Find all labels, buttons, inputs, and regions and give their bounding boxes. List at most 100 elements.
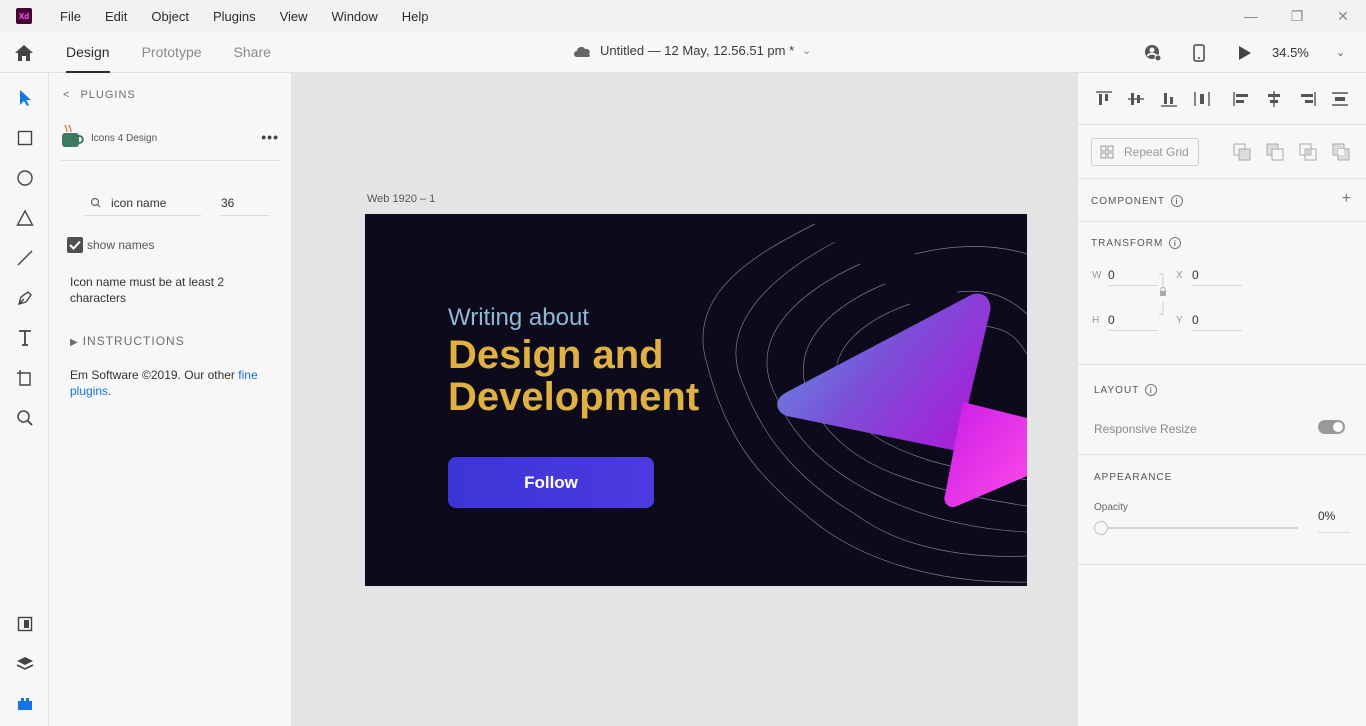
follow-button[interactable]: Follow xyxy=(448,457,654,508)
instructions-toggle[interactable]: ▶ INSTRUCTIONS xyxy=(70,334,185,348)
layout-title: LAYOUT i xyxy=(1094,384,1158,396)
opacity-label: Opacity xyxy=(1094,502,1128,513)
menu: File Edit Object Plugins View Window Hel… xyxy=(60,9,453,24)
artboard-label[interactable]: Web 1920 – 1 xyxy=(367,193,435,205)
x-label: X xyxy=(1176,269,1183,281)
menu-window[interactable]: Window xyxy=(332,9,378,24)
chevron-down-icon[interactable]: ⌄ xyxy=(802,44,811,57)
ellipse-icon[interactable] xyxy=(14,167,36,189)
info-icon[interactable]: i xyxy=(1169,237,1182,249)
show-names-checkbox[interactable]: show names xyxy=(67,237,154,253)
zoom-level[interactable]: 34.5% xyxy=(1272,45,1336,60)
line-icon[interactable] xyxy=(14,247,36,269)
instructions-label: INSTRUCTIONS xyxy=(82,334,185,348)
repeat-grid-row: Repeat Grid xyxy=(1078,125,1366,179)
menu-help[interactable]: Help xyxy=(402,9,429,24)
layout-section: LAYOUT i xyxy=(1078,365,1366,455)
y-input[interactable]: 0 xyxy=(1192,309,1242,331)
add-component-icon[interactable]: + xyxy=(1342,190,1351,208)
zoom-icon[interactable] xyxy=(14,407,36,429)
align-middle-icon[interactable] xyxy=(1126,90,1146,108)
copyright-note: Em Software ©2019. Our other fine plugin… xyxy=(70,367,270,399)
distribute-horizontal-icon[interactable] xyxy=(1192,90,1212,108)
width-input[interactable]: 0 xyxy=(1108,264,1158,286)
minimize-button[interactable]: — xyxy=(1228,0,1274,32)
select-icon[interactable] xyxy=(14,87,36,109)
tab-share[interactable]: Share xyxy=(234,32,271,73)
transform-section: TRANSFORM i xyxy=(1078,222,1366,365)
copyright-period: . xyxy=(108,384,112,398)
artboard-title[interactable]: Design and Development xyxy=(448,334,699,418)
window-controls: — ❐ ✕ xyxy=(1228,0,1366,32)
more-options-icon[interactable]: ••• xyxy=(261,129,279,145)
search-input[interactable] xyxy=(111,195,199,210)
chevron-left-icon[interactable]: < xyxy=(63,89,70,101)
align-center-icon[interactable] xyxy=(1264,90,1284,108)
x-input[interactable]: 0 xyxy=(1192,264,1242,286)
plugins-back[interactable]: < PLUGINS xyxy=(63,89,136,101)
component-section: COMPONENT i + xyxy=(1078,179,1366,222)
tab-design[interactable]: Design xyxy=(66,32,110,73)
responsive-resize-toggle[interactable] xyxy=(1318,420,1345,434)
repeat-grid-label: Repeat Grid xyxy=(1124,145,1189,159)
play-icon[interactable] xyxy=(1222,45,1268,61)
opacity-input[interactable]: 0% xyxy=(1318,509,1350,533)
checkbox-checked-icon[interactable] xyxy=(67,237,83,253)
layers-icon[interactable] xyxy=(14,653,36,675)
slider-track[interactable] xyxy=(1108,527,1298,529)
artboard-icon[interactable] xyxy=(14,367,36,389)
tab-prototype[interactable]: Prototype xyxy=(142,32,202,73)
size-input[interactable] xyxy=(221,195,261,210)
info-icon[interactable]: i xyxy=(1171,195,1183,207)
restore-button[interactable]: ❐ xyxy=(1274,0,1320,32)
appearance-label: APPEARANCE xyxy=(1094,472,1173,483)
share-user-icon[interactable] xyxy=(1130,44,1176,62)
show-names-label: show names xyxy=(87,238,155,252)
transform-label: TRANSFORM xyxy=(1091,237,1164,249)
menu-file[interactable]: File xyxy=(60,9,81,24)
repeat-grid-button[interactable]: Repeat Grid xyxy=(1091,138,1199,166)
add-boolean-icon[interactable] xyxy=(1232,142,1252,162)
opacity-slider[interactable] xyxy=(1094,521,1302,535)
assets-icon[interactable] xyxy=(14,613,36,635)
artboard[interactable]: Writing about Design and Development Fol… xyxy=(365,214,1027,586)
document-title[interactable]: Untitled — 12 May, 12.56.51 pm * ⌄ xyxy=(572,43,811,58)
slider-knob[interactable] xyxy=(1094,521,1108,535)
appearance-title: APPEARANCE xyxy=(1094,472,1172,483)
text-icon[interactable] xyxy=(14,327,36,349)
distribute-vertical-icon[interactable] xyxy=(1330,90,1350,108)
toolbar-right: 34.5% ⌄ xyxy=(1130,32,1366,73)
pen-icon[interactable] xyxy=(14,287,36,309)
toolbar: Design Prototype Share Untitled — 12 May… xyxy=(0,32,1366,73)
height-input[interactable]: 0 xyxy=(1108,309,1158,331)
align-left-icon[interactable] xyxy=(1232,90,1252,108)
menu-object[interactable]: Object xyxy=(151,9,189,24)
subtract-boolean-icon[interactable] xyxy=(1265,142,1285,162)
lock-aspect-icon[interactable] xyxy=(1158,272,1168,316)
align-top-icon[interactable] xyxy=(1094,90,1114,108)
device-preview-icon[interactable] xyxy=(1176,43,1222,62)
copyright-text: Em Software ©2019. Our other xyxy=(70,368,239,382)
rectangle-icon[interactable] xyxy=(14,127,36,149)
info-icon[interactable]: i xyxy=(1145,384,1158,396)
exclude-boolean-icon[interactable] xyxy=(1331,142,1351,162)
width-label: W xyxy=(1092,269,1102,281)
menu-view[interactable]: View xyxy=(280,9,308,24)
menu-edit[interactable]: Edit xyxy=(105,9,127,24)
zoom-chevron-down-icon[interactable]: ⌄ xyxy=(1336,46,1366,59)
intersect-boolean-icon[interactable] xyxy=(1298,142,1318,162)
polygon-icon[interactable] xyxy=(14,207,36,229)
align-bottom-icon[interactable] xyxy=(1159,90,1179,108)
y-field: Y 0 xyxy=(1176,309,1242,331)
plugin-name: Icons 4 Design xyxy=(91,133,158,144)
align-right-icon[interactable] xyxy=(1297,90,1317,108)
grid-icon xyxy=(1100,145,1114,159)
document-name: Untitled — 12 May, 12.56.51 pm * xyxy=(600,43,795,58)
artboard-subtitle[interactable]: Writing about xyxy=(448,304,589,332)
transform-title: TRANSFORM i xyxy=(1091,237,1182,249)
close-button[interactable]: ✕ xyxy=(1320,0,1366,32)
menu-plugins[interactable]: Plugins xyxy=(213,9,256,24)
height-field: H 0 xyxy=(1092,309,1158,331)
plugins-icon[interactable] xyxy=(14,693,36,715)
home-icon[interactable] xyxy=(12,42,36,64)
